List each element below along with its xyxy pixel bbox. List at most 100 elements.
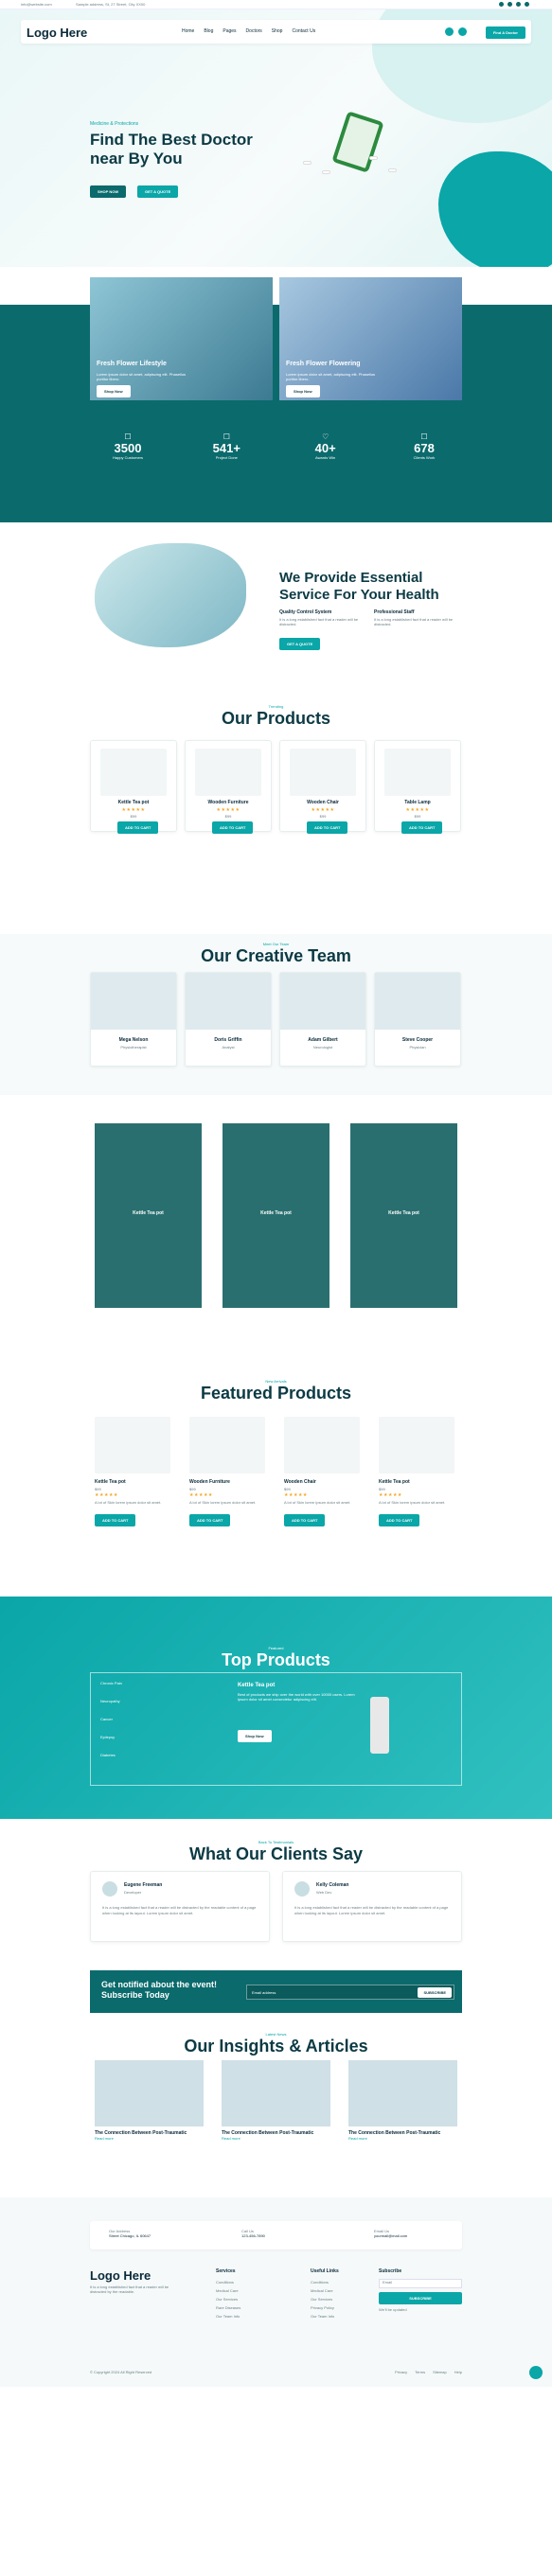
team-card[interactable]: Doris Griffin Analyst	[185, 972, 272, 1067]
team-card[interactable]: Mega Nelson Physiotherapist	[90, 972, 177, 1067]
newsletter-input[interactable]: Email address SUBSCRIBE	[246, 1985, 454, 2000]
blog-section: Latest News Our Insights & Articles The …	[0, 2008, 552, 2197]
add-to-cart-button[interactable]: ADD TO CART	[95, 1514, 136, 1526]
blog-eyebrow: Latest News	[265, 2032, 287, 2037]
add-to-cart-button[interactable]: ADD TO CART	[379, 1514, 420, 1526]
featured-title: Featured Products	[200, 1384, 352, 1403]
feature-card: Fresh Flower Lifestyle Lorem ipsum dolor…	[90, 277, 273, 400]
tab-chronic-pain[interactable]: Chronic Pain	[100, 1681, 122, 1685]
service-col-title: Quality Control System	[279, 609, 332, 615]
tab-cancer[interactable]: Cancer	[100, 1717, 122, 1721]
nav-item-contact[interactable]: Contact Us	[292, 28, 315, 34]
find-doctor-button[interactable]: Find A Doctor	[485, 26, 525, 39]
team-card[interactable]: Steve Cooper Physician	[374, 972, 461, 1067]
add-to-cart-button[interactable]: ADD TO CART	[189, 1514, 231, 1526]
testimonials-section: Back To Testimonials What Our Clients Sa…	[0, 1819, 552, 2013]
gallery-card[interactable]: Kettle Tea pot	[95, 1123, 202, 1308]
featured-card[interactable]: Kettle Tea pot $99 ★★★★★ A lot of Skin lore…	[90, 1417, 175, 1526]
stat-item: ♡ 40+ Awards Win	[314, 432, 336, 460]
main-nav: Home Blog Pages Doctors Shop Contact Us	[182, 28, 315, 34]
footer-logo[interactable]: Logo Here	[90, 2268, 151, 2283]
nav-item-pages[interactable]: Pages	[223, 28, 236, 34]
stat-item: ☐ 678 Clients Work	[413, 432, 436, 460]
top-products-box: Chronic Pain Neuropathy Cancer Epilepsy …	[90, 1672, 462, 1786]
nav-item-blog[interactable]: Blog	[204, 28, 213, 34]
pills-image	[303, 151, 407, 189]
gallery-card[interactable]: Kettle Tea pot	[350, 1123, 457, 1308]
service-col-text: It is a long established fact that a rea…	[374, 617, 454, 626]
blog-card[interactable]: The Connection Between Post-Traumatic Rea…	[348, 2060, 457, 2145]
featured-card[interactable]: Wooden Chair $99 ★★★★★ A lot of Skin lorem …	[279, 1417, 365, 1526]
top-product-title: Kettle Tea pot	[238, 1683, 276, 1688]
get-quote-button[interactable]: GET A QUOTE	[137, 185, 179, 198]
tab-epilepsy[interactable]: Epilepsy	[100, 1735, 122, 1739]
nav-item-shop[interactable]: Shop	[272, 28, 283, 34]
topbar-email[interactable]: info@website.com	[21, 2, 52, 7]
testimonials-eyebrow: Back To Testimonials	[258, 1840, 294, 1844]
read-more-link[interactable]: Read more	[222, 2136, 330, 2141]
gallery-section: Kettle Tea pot Kettle Tea pot Kettle Tea…	[0, 1095, 552, 1379]
blog-card[interactable]: The Connection Between Post-Traumatic Rea…	[222, 2060, 330, 2145]
footer-about: It is a long established fact that a rea…	[90, 2285, 169, 2294]
products-title: Our Products	[221, 709, 330, 728]
service-col-title: Professional Staff	[374, 609, 415, 615]
newsletter-title: Get notified about the event!	[101, 1980, 218, 1989]
instagram-icon[interactable]	[516, 2, 521, 7]
nav-item-home[interactable]: Home	[182, 28, 194, 34]
nav-item-doctors[interactable]: Doctors	[246, 28, 262, 34]
testimonial-card: Eugene Freeman Developer It is a long esta…	[90, 1871, 270, 1942]
featured-card[interactable]: Kettle Tea pot $99 ★★★★★ A lot of Skin lore…	[374, 1417, 459, 1526]
newsletter-banner: Get notified about the event! Subscribe T…	[90, 1970, 462, 2013]
social-icons	[497, 2, 531, 9]
hero-eyebrow: Medicine & Protections	[90, 121, 139, 127]
product-card[interactable]: Table Lamp ★★★★★ $99 ADD TO CART	[374, 740, 461, 834]
feature-shop-button[interactable]: Shop Now	[97, 385, 131, 397]
shop-now-button[interactable]: SHOP NOW	[90, 185, 127, 198]
gallery-card[interactable]: Kettle Tea pot	[223, 1123, 329, 1308]
add-to-cart-button[interactable]: ADD TO CART	[284, 1514, 326, 1526]
product-card[interactable]: Wooden Furniture ★★★★★ $99 ADD TO CART	[185, 740, 272, 834]
top-products-section: Featured Top Products Chronic Pain Neuro…	[0, 1597, 552, 1819]
twitter-icon[interactable]	[507, 2, 512, 7]
search-icon[interactable]	[445, 27, 454, 36]
stats-row: ☐ 3500 Happy Customers ☐ 541+ Project Done ♡…	[90, 432, 462, 460]
product-card[interactable]: Kettle Tea pot ★★★★★ $99 ADD TO CART	[90, 740, 177, 834]
tab-neuropathy[interactable]: Neuropathy	[100, 1699, 122, 1703]
footer-services-list: Conditions Medical Care Our Services Rare D…	[216, 2280, 241, 2319]
footer-subscribe-note: We'll be updated	[379, 2307, 407, 2312]
feature-text: Lorem ipsum dolor sit amet, adipiscing e…	[97, 372, 187, 381]
hero-title: Find The Best Doctor near By You	[90, 131, 253, 168]
featured-card[interactable]: Wooden Furniture $99 ★★★★★ A lot of Skin lo…	[185, 1417, 270, 1526]
cart-icon[interactable]	[458, 27, 467, 36]
read-more-link[interactable]: Read more	[95, 2136, 204, 2141]
top-shop-button[interactable]: Shop Now	[238, 1730, 272, 1742]
footer-col-title: Useful Links	[311, 2268, 339, 2274]
contact-bar: Our Address Street Chicago, IL 60647 Call…	[90, 2221, 462, 2250]
linkedin-icon[interactable]	[525, 2, 529, 7]
stat-item: ☐ 541+ Project Done	[212, 432, 240, 460]
team-card[interactable]: Adam Gilbert Neurologist	[279, 972, 366, 1067]
footer-email-input[interactable]: Email	[379, 2279, 462, 2288]
read-more-link[interactable]: Read more	[348, 2136, 457, 2141]
stat-item: ☐ 3500 Happy Customers	[112, 432, 143, 460]
blog-card[interactable]: The Connection Between Post-Traumatic Rea…	[95, 2060, 204, 2145]
subscribe-button[interactable]: SUBSCRIBE	[418, 1987, 452, 1998]
featured-section: New Arrivals Featured Products Kettle Te…	[0, 1379, 552, 1597]
feature-shop-button[interactable]: Shop Now	[286, 385, 320, 397]
top-product-text: Best of products we ship over the world …	[238, 1692, 355, 1702]
service-title: We Provide Essential Service For Your Hea…	[279, 570, 439, 603]
product-card[interactable]: Wooden Chair ★★★★★ $99 ADD TO CART	[279, 740, 366, 834]
service-quote-button[interactable]: GET A QUOTE	[279, 638, 321, 650]
logo[interactable]: Logo Here	[27, 26, 87, 40]
footer-subscribe-button[interactable]: SUBSCRIBE	[379, 2292, 462, 2304]
feature-title: Fresh Flower Flowering	[286, 361, 361, 367]
tab-diabetes[interactable]: Diabetes	[100, 1753, 122, 1757]
scroll-top-button[interactable]	[529, 2366, 543, 2379]
top-tabs: Chronic Pain Neuropathy Cancer Epilepsy …	[100, 1681, 122, 1757]
facebook-icon[interactable]	[499, 2, 504, 7]
feature-title: Fresh Flower Lifestyle	[97, 361, 167, 367]
blog-title: Our Insights & Articles	[184, 2037, 368, 2056]
products-section: Trending Our Products Kettle Tea pot ★★★★…	[0, 664, 552, 834]
footer-col-title: Services	[216, 2268, 236, 2274]
top-title: Top Products	[222, 1650, 330, 1669]
